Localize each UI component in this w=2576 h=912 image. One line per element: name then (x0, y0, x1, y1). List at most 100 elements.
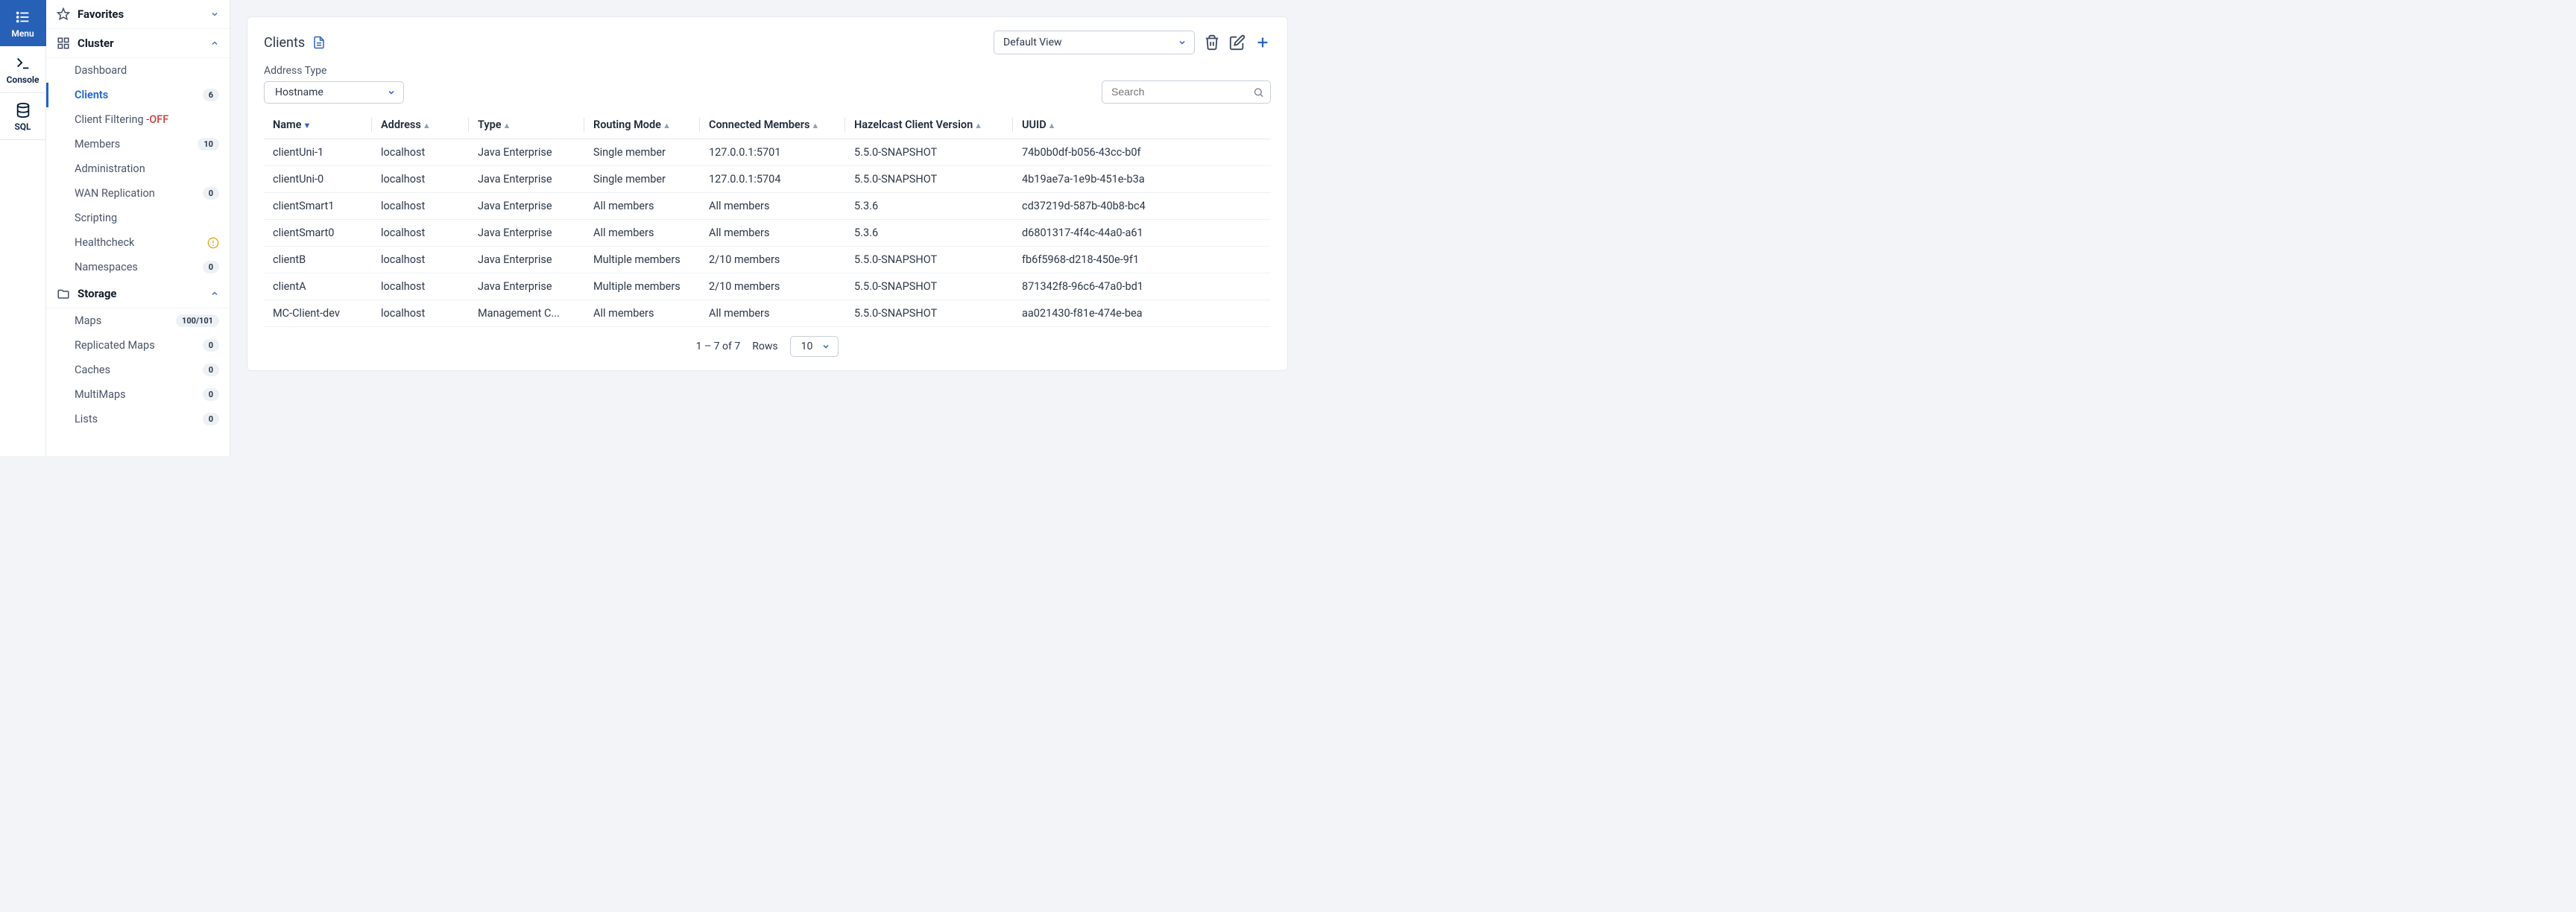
card-header: Clients Default View (264, 31, 1271, 54)
sidebar-item[interactable]: Members10 (46, 132, 230, 156)
table-row[interactable]: clientSmart1localhostJava EnterpriseAll … (264, 193, 1271, 220)
document-icon[interactable] (312, 36, 326, 49)
cell-name: clientUni-0 (264, 166, 372, 193)
cell-address: localhost (372, 300, 469, 327)
cell-connected: All members (700, 220, 845, 247)
cell-uuid: d6801317-4f4c-44a0-a61 (1013, 220, 1271, 247)
cell-routing: Single member (584, 166, 700, 193)
rail-menu[interactable]: Menu (0, 0, 46, 46)
cell-address: localhost (372, 139, 469, 166)
table-row[interactable]: clientSmart0localhostJava Enterprise All … (264, 220, 1271, 247)
sidebar-item-label: Caches (75, 364, 110, 376)
grid-icon (57, 37, 70, 50)
cell-type: Java Enterprise (469, 247, 584, 273)
cell-connected: All members (700, 300, 845, 327)
cell-version: 5.3.6 (845, 220, 1013, 247)
sidebar-item[interactable]: Maps100/101 (46, 308, 230, 333)
table-row[interactable]: clientUni-1localhostJava EnterpriseSingl… (264, 139, 1271, 166)
sidebar-item[interactable]: Namespaces0 (46, 255, 230, 279)
address-type-dropdown[interactable]: Hostname (264, 81, 404, 104)
sidebar: Favorites Cluster DashboardClients6Clien… (46, 0, 230, 456)
sidebar-item[interactable]: Healthcheck (46, 230, 230, 255)
cell-type: Management C... (469, 300, 584, 327)
table-row[interactable]: clientBlocalhostJava EnterpriseMultiple … (264, 247, 1271, 273)
sidebar-item-label: Maps (75, 314, 101, 327)
cell-version: 5.5.0-SNAPSHOT (845, 273, 1013, 300)
col-name[interactable]: Name▼ (264, 111, 372, 139)
chevron-down-icon (210, 10, 219, 19)
sidebar-item[interactable]: Dashboard (46, 58, 230, 83)
col-type[interactable]: Type▲ (469, 111, 584, 139)
col-routing[interactable]: Routing Mode▲ (584, 111, 700, 139)
cell-uuid: aa021430-f81e-474e-bea (1013, 300, 1271, 327)
rail-console-label: Console (7, 75, 40, 85)
search-input[interactable] (1111, 86, 1246, 98)
cell-type: Java Enterprise (469, 220, 584, 247)
sidebar-item-label: Administration (75, 162, 145, 175)
sidebar-section-storage[interactable]: Storage (46, 279, 230, 308)
sidebar-item[interactable]: Clients6 (46, 83, 230, 107)
rail-menu-label: Menu (11, 28, 34, 39)
star-icon (57, 7, 70, 21)
cell-connected: 2/10 members (700, 247, 845, 273)
count-badge: 6 (203, 89, 219, 101)
rows-selected: 10 (801, 341, 813, 352)
col-uuid[interactable]: UUID▲ (1013, 111, 1271, 139)
cell-version: 5.5.0-SNAPSHOT (845, 247, 1013, 273)
search-box[interactable] (1102, 80, 1271, 104)
list-icon (15, 9, 31, 25)
main-content: Clients Default View Address Type Hostna… (230, 0, 1288, 456)
database-icon (15, 102, 31, 118)
col-address[interactable]: Address▲ (372, 111, 469, 139)
sidebar-section-cluster[interactable]: Cluster (46, 29, 230, 58)
clients-card: Clients Default View Address Type Hostna… (247, 16, 1288, 371)
cell-version: 5.5.0-SNAPSHOT (845, 166, 1013, 193)
sidebar-item-label: Dashboard (75, 64, 127, 77)
col-version[interactable]: Hazelcast Client Version▲ (845, 111, 1013, 139)
chevron-down-icon (821, 342, 830, 351)
cell-connected: 127.0.0.1:5701 (700, 139, 845, 166)
sidebar-item[interactable]: MultiMaps 0 (46, 382, 230, 407)
sidebar-item-label: MultiMaps (75, 388, 126, 401)
table-row[interactable]: MC-Client-devlocalhostManagement C...All… (264, 300, 1271, 327)
cell-address: localhost (372, 220, 469, 247)
sidebar-item[interactable]: Caches 0 (46, 358, 230, 382)
sidebar-item[interactable]: Lists0 (46, 407, 230, 431)
cell-connected: 2/10 members (700, 273, 845, 300)
col-connected[interactable]: Connected Members▲ (700, 111, 845, 139)
cell-connected: All members (700, 193, 845, 220)
plus-icon[interactable] (1254, 34, 1271, 51)
cell-routing: Multiple members (584, 247, 700, 273)
sidebar-item[interactable]: WAN Replication0 (46, 181, 230, 206)
sidebar-section-favorites[interactable]: Favorites (46, 0, 230, 29)
storage-title: Storage (78, 287, 117, 300)
terminal-icon (15, 55, 31, 72)
rail-sql[interactable]: SQL (0, 93, 46, 140)
sidebar-item-label: Client Filtering - (75, 113, 149, 126)
sidebar-item[interactable]: Administration (46, 156, 230, 181)
count-badge: 0 (203, 388, 219, 401)
count-badge: 0 (203, 364, 219, 376)
rows-per-page-dropdown[interactable]: 10 (790, 336, 839, 357)
sidebar-item[interactable]: Replicated Maps0 (46, 333, 230, 358)
sidebar-item[interactable]: Client Filtering - OFF (46, 107, 230, 132)
cell-version: 5.5.0-SNAPSHOT (845, 139, 1013, 166)
cell-name: clientSmart0 (264, 220, 372, 247)
cell-address: localhost (372, 273, 469, 300)
cell-connected: 127.0.0.1:5704 (700, 166, 845, 193)
cell-type: Java Enterprise (469, 166, 584, 193)
sidebar-item-label: WAN Replication (75, 187, 155, 200)
sidebar-item[interactable]: Scripting (46, 206, 230, 230)
sidebar-item-label: Members (75, 138, 120, 151)
trash-icon[interactable] (1204, 34, 1220, 51)
cell-uuid: 4b19ae7a-1e9b-451e-b3a (1013, 166, 1271, 193)
cell-name: clientB (264, 247, 372, 273)
edit-icon[interactable] (1229, 34, 1246, 51)
page-title: Clients (264, 35, 305, 51)
rail-console[interactable]: Console (0, 46, 46, 93)
cell-name: clientSmart1 (264, 193, 372, 220)
table-row[interactable]: clientAlocalhostJava EnterpriseMultiple … (264, 273, 1271, 300)
view-dropdown[interactable]: Default View (994, 31, 1195, 54)
cell-type: Java Enterprise (469, 273, 584, 300)
table-row[interactable]: clientUni-0localhostJava EnterpriseSingl… (264, 166, 1271, 193)
